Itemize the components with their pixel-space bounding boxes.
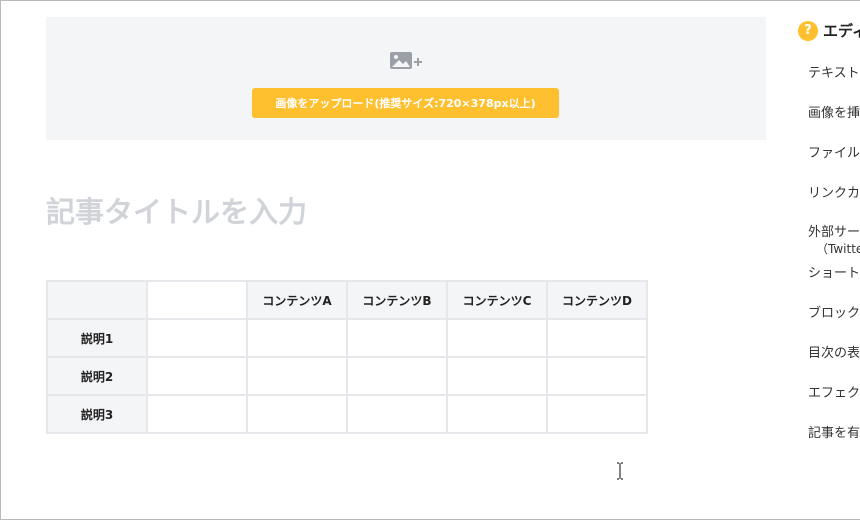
help-item[interactable]: 目次の表 <box>808 340 860 380</box>
image-add-icon <box>390 52 422 69</box>
help-item[interactable]: ファイル <box>808 140 860 180</box>
table-row: 説明3 <box>46 394 648 434</box>
table-cell[interactable] <box>246 318 348 358</box>
table-cell[interactable] <box>546 318 648 358</box>
question-icon: ? <box>798 20 818 41</box>
table-cell[interactable] <box>546 356 648 396</box>
help-title: エディ <box>823 22 860 40</box>
table-cell[interactable] <box>346 356 448 396</box>
table-header-cell[interactable]: コンテンツA <box>246 280 348 320</box>
table-header-row: コンテンツA コンテンツB コンテンツC コンテンツD <box>46 280 648 320</box>
table-header-cell[interactable] <box>46 280 148 320</box>
table-header-cell[interactable]: コンテンツD <box>546 280 648 320</box>
row-label-cell[interactable]: 説明3 <box>46 394 148 434</box>
table-row: 説明1 <box>46 318 648 358</box>
article-title-input[interactable] <box>46 190 606 234</box>
table-cell[interactable] <box>246 356 348 396</box>
table-cell[interactable] <box>446 356 548 396</box>
table-cell[interactable] <box>346 318 448 358</box>
table-header-cell[interactable]: コンテンツB <box>346 280 448 320</box>
comparison-table: コンテンツA コンテンツB コンテンツC コンテンツD 説明1 説明2 説明3 <box>46 280 648 434</box>
table-cell[interactable] <box>146 356 248 396</box>
row-label-cell[interactable]: 説明1 <box>46 318 148 358</box>
help-item[interactable]: 画像を挿 <box>808 100 860 140</box>
help-header: ? エディ <box>798 20 860 41</box>
eyecatch-upload-area[interactable]: 画像をアップロード(推奨サイズ:720×378px以上) <box>46 17 766 140</box>
table-row: 説明2 <box>46 356 648 396</box>
table-header-cell[interactable]: コンテンツC <box>446 280 548 320</box>
help-list: テキスト 画像を挿 ファイル リンクカ 外部サー （Twitte ショート ブロッ… <box>808 60 860 460</box>
help-item[interactable]: 外部サー （Twitte <box>808 220 860 260</box>
help-item[interactable]: エフェク <box>808 380 860 420</box>
upload-image-button[interactable]: 画像をアップロード(推奨サイズ:720×378px以上) <box>252 88 559 118</box>
table-cell[interactable] <box>146 318 248 358</box>
table-cell[interactable] <box>446 318 548 358</box>
table-header-cell[interactable] <box>146 280 248 320</box>
editor-help-panel: ? エディ テキスト 画像を挿 ファイル リンクカ 外部サー （Twitte ショ… <box>798 20 860 500</box>
table-cell[interactable] <box>446 394 548 434</box>
table-cell[interactable] <box>246 394 348 434</box>
help-item[interactable]: 記事を有 <box>808 420 860 460</box>
table-cell[interactable] <box>546 394 648 434</box>
help-item[interactable]: リンクカ <box>808 180 860 220</box>
table-cell[interactable] <box>146 394 248 434</box>
help-item[interactable]: ブロック <box>808 300 860 340</box>
table-cell[interactable] <box>346 394 448 434</box>
text-cursor-icon <box>617 462 623 480</box>
row-label-cell[interactable]: 説明2 <box>46 356 148 396</box>
help-item[interactable]: テキスト <box>808 60 860 100</box>
help-item[interactable]: ショート <box>808 260 860 300</box>
